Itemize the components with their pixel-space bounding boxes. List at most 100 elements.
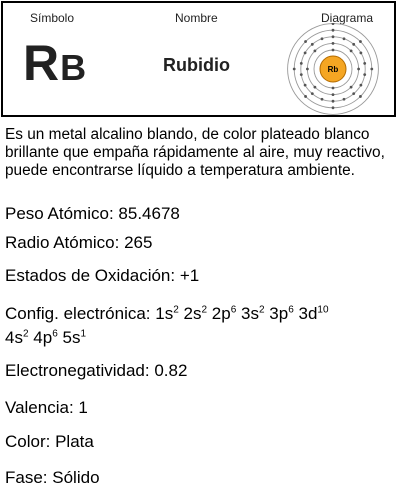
electron [342, 37, 346, 41]
bohr-diagram: Rb [287, 23, 379, 115]
config-electrons: 1 [80, 328, 87, 340]
electron [370, 67, 374, 71]
electron [310, 92, 314, 96]
electron [331, 28, 335, 32]
atomic-weight-label: Peso Atómico: [5, 204, 114, 223]
config-orbital: 2s [183, 304, 202, 323]
config-electrons: 2 [22, 328, 29, 340]
config-orbital: 3p [269, 304, 289, 323]
phase-value: Sólido [52, 468, 100, 487]
config-term: 2s2 [184, 304, 208, 323]
electronegativity-label: Electronegatividad: [5, 361, 150, 380]
electron [363, 62, 367, 65]
electron [320, 37, 324, 41]
name-heading: Nombre [175, 11, 218, 25]
atomic-radius-value: 265 [124, 233, 153, 252]
atomic-radius-row: Radio Atómico: 265 [5, 233, 152, 253]
electron [331, 93, 335, 96]
phase-row: Fase: Sólido [5, 468, 100, 488]
electron [331, 99, 335, 103]
electron-config-line-1: 1s2 2s2 2p6 3s2 3p6 3d10 [155, 304, 328, 323]
config-orbital: 2p [211, 304, 231, 323]
config-term: 1s2 [155, 304, 179, 323]
electron [320, 97, 324, 101]
electron [331, 35, 335, 39]
electron [303, 83, 307, 87]
electron [359, 40, 362, 43]
symbol-first-letter: R [23, 35, 61, 91]
config-electrons: 6 [52, 328, 58, 340]
config-term: 4p6 [33, 328, 57, 347]
valence-row: Valencia: 1 [5, 398, 88, 418]
electron [331, 86, 335, 90]
electron [299, 62, 303, 65]
element-card: Símbolo Nombre Diagrama RB Rubidio Rb [1, 1, 396, 117]
config-electrons: 2 [201, 304, 208, 316]
config-orbital: 5s [62, 328, 81, 347]
config-orbital: 4p [33, 328, 53, 347]
color-label: Color: [5, 432, 51, 451]
config-term: 5s1 [62, 328, 86, 347]
electron [299, 73, 303, 76]
electron [292, 67, 296, 71]
config-term: 3d10 [299, 304, 329, 323]
symbol-second-letter: B [60, 47, 88, 88]
phase-label: Fase: [5, 468, 48, 487]
electron [331, 42, 335, 45]
electron [352, 92, 356, 96]
electron [303, 51, 307, 55]
nucleus-label: Rb [328, 65, 339, 74]
electron [313, 49, 317, 53]
element-description: Es un metal alcalino blando, de color pl… [5, 126, 385, 179]
valence-value: 1 [78, 398, 88, 417]
config-term: 3s2 [241, 304, 265, 323]
config-term: 3p6 [269, 304, 293, 323]
electron-config-line-2: 4s2 4p6 5s1 [5, 328, 86, 347]
config-electrons: 10 [317, 304, 329, 316]
config-orbital: 4s [5, 328, 23, 347]
electron [306, 67, 309, 71]
element-name: Rubidio [163, 55, 230, 75]
atomic-weight-row: Peso Atómico: 85.4678 [5, 204, 180, 224]
atomic-radius-label: Radio Atómico: [5, 233, 120, 252]
electron [352, 42, 356, 46]
atomic-weight-value: 85.4678 [118, 204, 180, 223]
config-orbital: 3d [298, 304, 318, 323]
config-electrons: 2 [173, 304, 179, 316]
electron [359, 51, 363, 55]
color-row: Color: Plata [5, 432, 94, 452]
color-value: Plata [55, 432, 94, 451]
electron-config-label: Config. electrónica: [5, 304, 151, 323]
config-electrons: 6 [288, 304, 294, 316]
electron [310, 42, 314, 46]
config-electrons: 2 [258, 304, 265, 316]
electron [363, 73, 367, 76]
electronegativity-row: Electronegatividad: 0.82 [5, 361, 187, 381]
config-term: 2p6 [212, 304, 236, 323]
electronegativity-value: 0.82 [154, 361, 188, 380]
electron [349, 49, 353, 53]
element-symbol: RB [23, 33, 87, 98]
oxidation-states-value: +1 [179, 266, 200, 285]
electron [349, 85, 353, 89]
symbol-heading: Símbolo [30, 11, 75, 25]
electron-config-row: Config. electrónica: 1s2 2s2 2p6 3s2 3p6… [5, 304, 329, 324]
valence-label: Valencia: [5, 398, 74, 417]
oxidation-states-row: Estados de Oxidación: +1 [5, 266, 199, 286]
electron [357, 67, 360, 71]
electron [304, 40, 307, 43]
oxidation-states-label: Estados de Oxidación: [5, 266, 176, 285]
electron [359, 95, 362, 98]
electron [313, 85, 317, 89]
electron [359, 83, 363, 87]
config-orbital: 3s [241, 304, 259, 323]
config-term: 4s2 [5, 328, 29, 347]
electron [331, 48, 335, 52]
electron [331, 106, 335, 110]
config-orbital: 1s [155, 304, 174, 323]
electron [304, 95, 307, 98]
electron [331, 23, 335, 25]
electron-config-row-2: 4s2 4p6 5s1 [5, 328, 86, 348]
config-electrons: 6 [230, 304, 237, 316]
electron [342, 97, 346, 101]
